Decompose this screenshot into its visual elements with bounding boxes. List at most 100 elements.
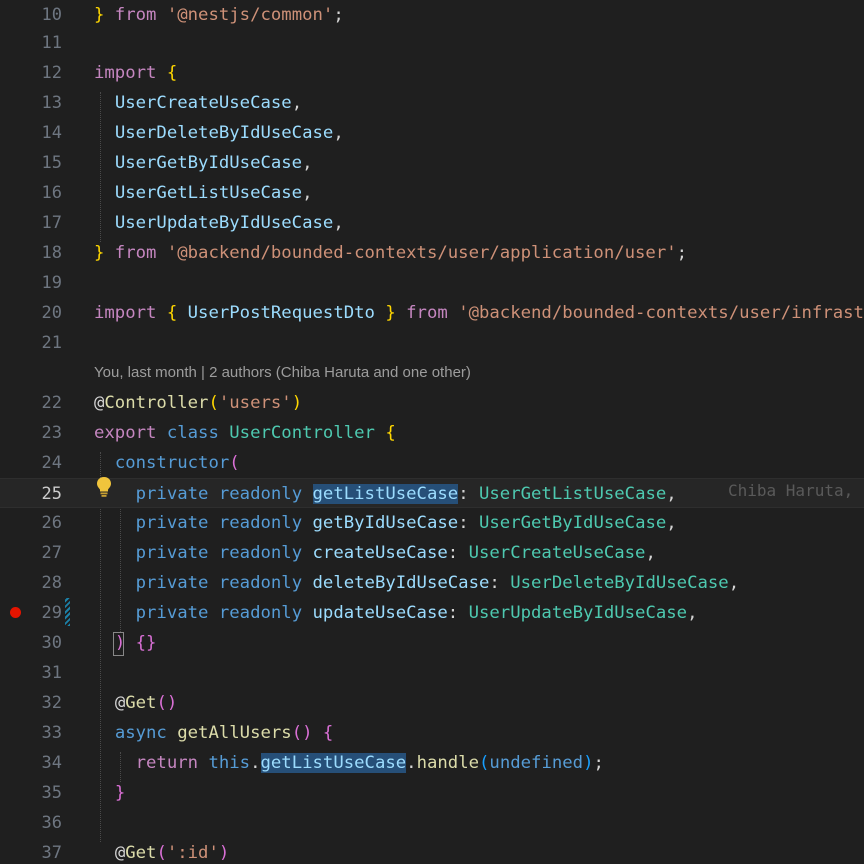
code-text[interactable]: ) {} bbox=[94, 628, 157, 658]
code-line[interactable]: 37 @Get(':id') bbox=[0, 838, 864, 864]
code-token: ) bbox=[218, 843, 230, 863]
code-line[interactable]: 24 constructor( bbox=[0, 448, 864, 478]
line-number[interactable]: 30 bbox=[0, 628, 62, 658]
code-token: } bbox=[114, 783, 126, 803]
code-text[interactable]: export class UserController { bbox=[94, 418, 396, 448]
line-number[interactable]: 28 bbox=[0, 568, 62, 598]
code-text[interactable]: constructor( bbox=[94, 448, 240, 478]
code-text[interactable]: UserGetByIdUseCase, bbox=[94, 148, 313, 178]
code-line[interactable]: 30 ) {} bbox=[0, 628, 864, 658]
line-number[interactable]: 24 bbox=[0, 448, 62, 478]
code-text[interactable]: } from '@backend/bounded-contexts/user/a… bbox=[94, 238, 687, 268]
line-number[interactable]: 16 bbox=[0, 178, 62, 208]
line-number[interactable]: 19 bbox=[0, 268, 62, 298]
line-number[interactable]: 22 bbox=[0, 388, 62, 418]
git-blame-codelens[interactable]: You, last month | 2 authors (Chiba Harut… bbox=[94, 358, 471, 388]
line-number[interactable]: 36 bbox=[0, 808, 62, 838]
code-text[interactable]: return this.getListUseCase.handle(undefi… bbox=[94, 748, 604, 778]
line-number[interactable]: 20 bbox=[0, 298, 62, 328]
line-number[interactable]: 18 bbox=[0, 238, 62, 268]
code-line[interactable]: 19 bbox=[0, 268, 864, 298]
code-line[interactable]: 12 import { bbox=[0, 58, 864, 88]
code-text[interactable]: private readonly getListUseCase: UserGet… bbox=[94, 479, 677, 509]
code-token: private bbox=[135, 603, 209, 623]
code-token: UserUpdateByIdUseCase bbox=[468, 603, 688, 623]
line-number[interactable]: 23 bbox=[0, 418, 62, 448]
code-line[interactable]: 10 } from '@nestjs/common'; bbox=[0, 0, 864, 30]
code-text[interactable]: UserCreateUseCase, bbox=[94, 88, 302, 118]
code-line[interactable]: 29 private readonly updateUseCase: UserU… bbox=[0, 598, 864, 628]
code-token: } bbox=[385, 303, 396, 323]
code-token: ':id' bbox=[166, 843, 219, 863]
lightbulb-icon[interactable] bbox=[96, 476, 112, 502]
line-number[interactable]: 21 bbox=[0, 328, 62, 358]
code-text[interactable]: @Controller('users') bbox=[94, 388, 302, 418]
line-number[interactable]: 25 bbox=[0, 479, 62, 509]
code-text[interactable]: private readonly getByIdUseCase: UserGet… bbox=[94, 508, 677, 538]
line-number[interactable]: 17 bbox=[0, 208, 62, 238]
code-token: createUseCase bbox=[312, 543, 448, 563]
line-number[interactable]: 13 bbox=[0, 88, 62, 118]
code-line[interactable]: 14 UserDeleteByIdUseCase, bbox=[0, 118, 864, 148]
code-editor[interactable]: 10} from '@nestjs/common'; 11 12 import {13… bbox=[0, 0, 864, 864]
code-line[interactable]: 22 @Controller('users') bbox=[0, 388, 864, 418]
code-line[interactable]: 13 UserCreateUseCase, bbox=[0, 88, 864, 118]
code-token: ( bbox=[229, 453, 240, 473]
breakpoint-icon[interactable] bbox=[10, 607, 21, 618]
code-line[interactable]: 33 async getAllUsers() { bbox=[0, 718, 864, 748]
code-line[interactable]: 35 } bbox=[0, 778, 864, 808]
code-text[interactable]: UserGetListUseCase, bbox=[94, 178, 313, 208]
line-number[interactable]: 12 bbox=[0, 58, 62, 88]
code-text[interactable]: @Get() bbox=[94, 688, 177, 718]
code-line[interactable]: 26 private readonly getByIdUseCase: User… bbox=[0, 508, 864, 538]
code-line[interactable]: 17 UserUpdateByIdUseCase, bbox=[0, 208, 864, 238]
line-number[interactable]: 32 bbox=[0, 688, 62, 718]
code-token: private bbox=[135, 573, 209, 593]
line-number[interactable]: 33 bbox=[0, 718, 62, 748]
code-text[interactable]: async getAllUsers() { bbox=[94, 718, 334, 748]
code-text[interactable]: import { UserPostRequestDto } from '@bac… bbox=[94, 298, 864, 328]
line-number[interactable]: 14 bbox=[0, 118, 62, 148]
code-line[interactable]: 34 return this.getListUseCase.handle(und… bbox=[0, 748, 864, 778]
line-number[interactable]: 34 bbox=[0, 748, 62, 778]
code-line[interactable]: 11 bbox=[0, 28, 864, 58]
code-text[interactable]: UserUpdateByIdUseCase, bbox=[94, 208, 344, 238]
code-line[interactable]: 15 UserGetByIdUseCase, bbox=[0, 148, 864, 178]
line-number[interactable]: 27 bbox=[0, 538, 62, 568]
code-line[interactable]: 28 private readonly deleteByIdUseCase: U… bbox=[0, 568, 864, 598]
line-number[interactable]: 10 bbox=[0, 0, 62, 30]
line-number[interactable]: 26 bbox=[0, 508, 62, 538]
line-number[interactable]: 31 bbox=[0, 658, 62, 688]
code-text[interactable]: } bbox=[94, 778, 125, 808]
code-token: from bbox=[104, 243, 167, 263]
code-line[interactable]: 21 bbox=[0, 328, 864, 358]
code-line[interactable]: 36 bbox=[0, 808, 864, 838]
line-number[interactable]: 37 bbox=[0, 838, 62, 864]
code-text[interactable]: private readonly deleteByIdUseCase: User… bbox=[94, 568, 739, 598]
code-line[interactable]: 23 export class UserController { bbox=[0, 418, 864, 448]
modified-line-indicator[interactable] bbox=[65, 598, 70, 626]
line-number[interactable]: 11 bbox=[0, 28, 62, 58]
code-line[interactable]: 18 } from '@backend/bounded-contexts/user… bbox=[0, 238, 864, 268]
code-line[interactable]: 32 @Get() bbox=[0, 688, 864, 718]
code-line[interactable]: 20 import { UserPostRequestDto } from '@b… bbox=[0, 298, 864, 328]
line-number[interactable]: 15 bbox=[0, 148, 62, 178]
code-text[interactable]: private readonly updateUseCase: UserUpda… bbox=[94, 598, 698, 628]
code-token: getAllUsers bbox=[177, 723, 292, 743]
code-line[interactable]: 31 bbox=[0, 658, 864, 688]
code-text[interactable]: import { bbox=[94, 58, 177, 88]
code-token: : bbox=[458, 484, 479, 504]
line-number[interactable]: 35 bbox=[0, 778, 62, 808]
code-token: '@backend/bounded-contexts/user/infrastr… bbox=[458, 303, 864, 323]
code-line[interactable]: 16 UserGetListUseCase, bbox=[0, 178, 864, 208]
code-token: } bbox=[94, 5, 105, 25]
code-text[interactable]: private readonly createUseCase: UserCrea… bbox=[94, 538, 656, 568]
code-token: UserCreateUseCase bbox=[468, 543, 646, 563]
code-text[interactable]: } from '@nestjs/common'; bbox=[94, 0, 344, 30]
code-text[interactable]: @Get(':id') bbox=[94, 838, 229, 864]
code-line[interactable]: 27 private readonly createUseCase: UserC… bbox=[0, 538, 864, 568]
code-text[interactable]: UserDeleteByIdUseCase, bbox=[94, 118, 344, 148]
